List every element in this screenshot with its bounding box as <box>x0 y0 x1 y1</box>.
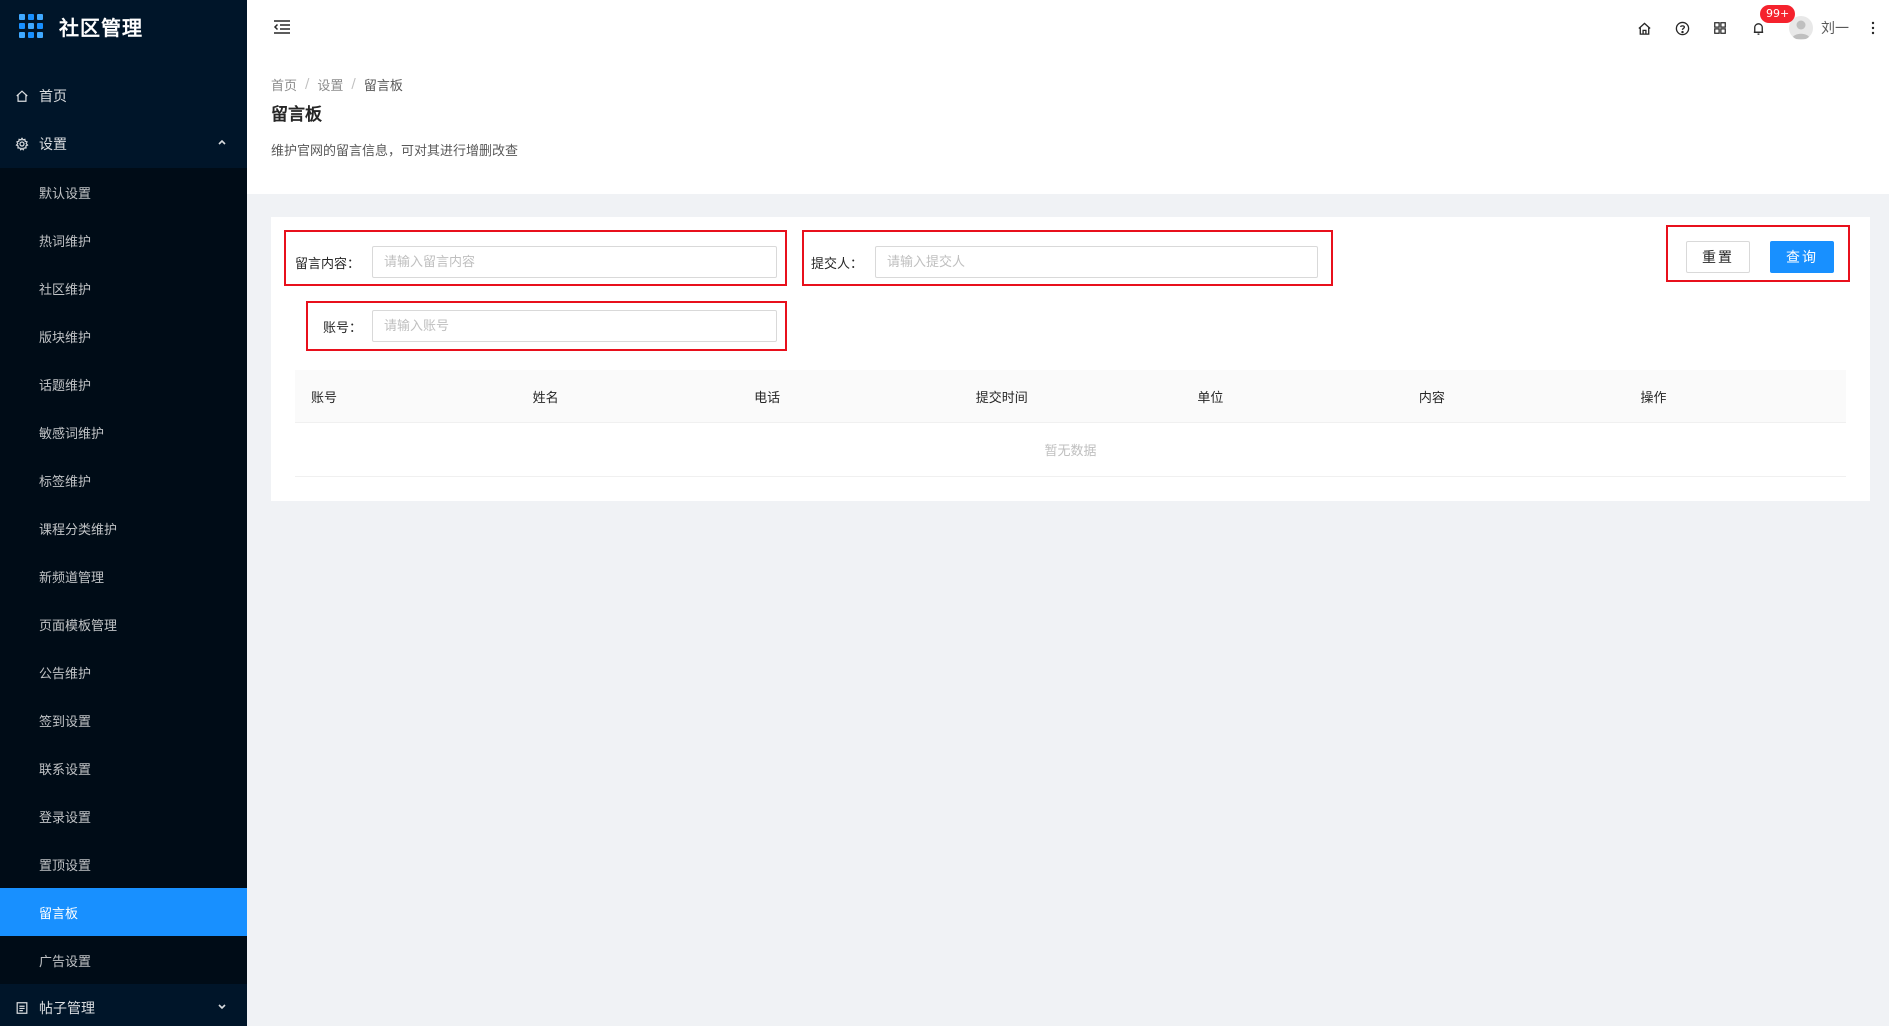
breadcrumb: 首页 / 设置 / 留言板 <box>271 74 1865 94</box>
sidebar-item-section[interactable]: 版块维护 <box>0 312 247 360</box>
column-header: 账号 <box>311 390 338 406</box>
sidebar-item-community[interactable]: 社区维护 <box>0 264 247 312</box>
column-header: 单位 <box>1197 390 1224 406</box>
buttons-highlight <box>1666 225 1850 282</box>
top-header: 99+ 刘一 <box>247 0 1889 56</box>
sidebar-item-message-board[interactable]: 留言板 <box>0 888 247 936</box>
logo[interactable]: 社区管理 <box>0 0 247 52</box>
app-title: 社区管理 <box>59 15 143 40</box>
sidebar-item-label: 首页 <box>39 89 67 105</box>
gear-icon <box>15 137 29 151</box>
submitter-filter-highlight <box>802 230 1333 286</box>
column-header: 提交时间 <box>975 390 1028 406</box>
chevron-down-icon <box>217 1002 227 1015</box>
sidebar-item-posts[interactable]: 帖子管理 <box>0 984 247 1026</box>
content-filter-highlight <box>284 230 787 286</box>
page-description: 维护官网的留言信息，可对其进行增删改查 <box>271 144 519 159</box>
settings-submenu: 默认设置 热词维护 社区维护 版块维护 话题维护 敏感词维护 标签维护 课程分类… <box>0 168 247 984</box>
column-header: 姓名 <box>532 390 559 406</box>
sidebar-item-ads[interactable]: 广告设置 <box>0 936 247 984</box>
sidebar-item-checkin[interactable]: 签到设置 <box>0 696 247 744</box>
breadcrumb-current: 留言板 <box>363 78 403 94</box>
column-header: 操作 <box>1640 390 1667 406</box>
home-nav-icon[interactable] <box>1625 0 1663 56</box>
header-actions: 99+ 刘一 <box>1625 0 1889 56</box>
help-icon[interactable] <box>1663 0 1701 56</box>
sidebar-item-course-category[interactable]: 课程分类维护 <box>0 504 247 552</box>
user-name: 刘一 <box>1821 21 1849 37</box>
more-vertical-icon[interactable] <box>1857 0 1889 56</box>
breadcrumb-home[interactable]: 首页 <box>271 75 297 94</box>
sidebar-item-label: 帖子管理 <box>39 1001 95 1017</box>
page-header: 首页 / 设置 / 留言板 留言板 维护官网的留言信息，可对其进行增删改查 <box>247 56 1889 194</box>
sidebar-item-label: 设置 <box>39 137 67 153</box>
sidebar-item-new-channel[interactable]: 新频道管理 <box>0 552 247 600</box>
table-header: 账号 姓名 电话 提交时间 单位 内容 操作 <box>295 370 1846 423</box>
sidebar-item-announcement[interactable]: 公告维护 <box>0 648 247 696</box>
sidebar: 社区管理 首页 设置 默认设置 热词维护 社区维护 版块维护 话题维护 敏感词维… <box>0 0 247 1026</box>
sidebar-item-default-settings[interactable]: 默认设置 <box>0 168 247 216</box>
breadcrumb-separator: / <box>305 76 310 92</box>
filter-table-card: 留言内容： 提交人： 账号： 重置 查询 账号 姓名 电话 提交时间 单位 内容… <box>271 217 1870 501</box>
sidebar-item-page-template[interactable]: 页面模板管理 <box>0 600 247 648</box>
home-icon <box>15 89 29 103</box>
sidebar-item-settings[interactable]: 设置 <box>0 120 247 168</box>
sidebar-item-contact[interactable]: 联系设置 <box>0 744 247 792</box>
breadcrumb-separator: / <box>351 76 356 92</box>
sidebar-item-tags[interactable]: 标签维护 <box>0 456 247 504</box>
column-header: 内容 <box>1418 390 1445 406</box>
document-icon <box>15 1001 29 1015</box>
chevron-up-icon <box>217 138 227 151</box>
sidebar-item-hotword[interactable]: 热词维护 <box>0 216 247 264</box>
page-title: 留言板 <box>271 105 322 125</box>
breadcrumb-parent[interactable]: 设置 <box>317 75 343 94</box>
menu-fold-icon[interactable] <box>272 17 292 37</box>
sidebar-item-login[interactable]: 登录设置 <box>0 792 247 840</box>
notification-badge: 99+ <box>1760 5 1796 23</box>
app-grid-logo-icon <box>19 14 43 38</box>
sidebar-item-sensitive-words[interactable]: 敏感词维护 <box>0 408 247 456</box>
apps-grid-icon[interactable] <box>1701 0 1739 56</box>
message-table: 账号 姓名 电话 提交时间 单位 内容 操作 暂无数据 <box>295 370 1846 477</box>
account-filter-highlight <box>306 301 787 351</box>
notification-bell-icon[interactable]: 99+ <box>1739 0 1796 56</box>
column-header: 电话 <box>754 390 781 406</box>
table-empty-state: 暂无数据 <box>295 423 1846 477</box>
sidebar-item-pin[interactable]: 置顶设置 <box>0 840 247 888</box>
sidebar-item-topic[interactable]: 话题维护 <box>0 360 247 408</box>
sidebar-item-home[interactable]: 首页 <box>0 72 247 120</box>
